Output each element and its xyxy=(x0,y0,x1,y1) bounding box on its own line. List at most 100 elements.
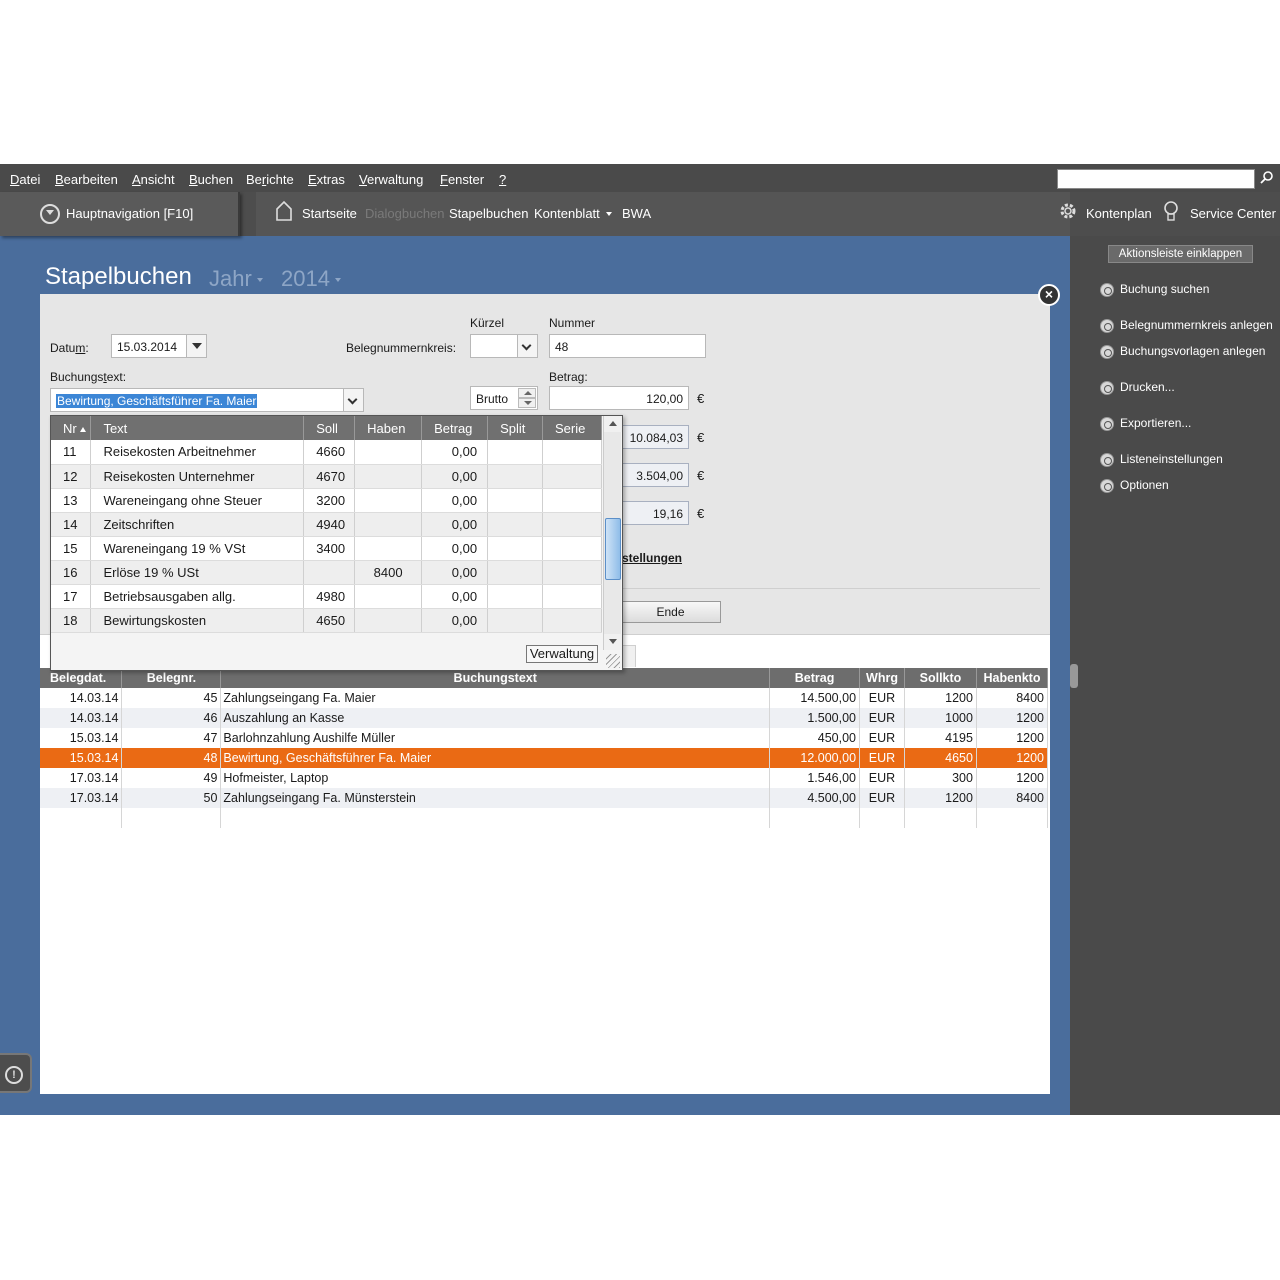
column-sollkto[interactable]: Sollkto xyxy=(904,668,977,688)
cell-betrag: 0,00 xyxy=(421,608,489,633)
column-nr[interactable]: Nr xyxy=(51,416,92,440)
ende-button[interactable]: Ende xyxy=(620,601,721,623)
cell-empty xyxy=(121,808,222,828)
resize-grip-icon[interactable] xyxy=(606,654,620,668)
table-row[interactable]: 15.03.14 47 Barlohnzahlung Aushilfe Müll… xyxy=(40,728,1049,748)
template-row[interactable]: 14 Zeitschriften 4940 0,00 xyxy=(51,512,602,537)
nav-service-center[interactable]: Service Center xyxy=(1190,206,1276,221)
triangle-down-icon xyxy=(192,343,202,349)
scroll-down-icon[interactable] xyxy=(604,634,622,650)
template-row[interactable]: 18 Bewirtungskosten 4650 0,00 xyxy=(51,608,602,633)
sidebar-item-listeneinstellungen[interactable]: Listeneinstellungen xyxy=(1100,452,1223,467)
column-buchungstext[interactable]: Buchungstext xyxy=(220,668,771,688)
column-split[interactable]: Split xyxy=(487,416,544,440)
datum-field[interactable]: 15.03.2014 xyxy=(111,334,207,358)
sidebar-item-exportieren[interactable]: Exportieren... xyxy=(1100,416,1191,431)
menu-buchen[interactable]: Buchen xyxy=(189,172,233,187)
cell-haben: 1200 xyxy=(976,708,1049,728)
column-habenkto[interactable]: Habenkto xyxy=(976,668,1049,688)
menu-bearbeiten[interactable]: Bearbeiten xyxy=(55,172,118,187)
template-row[interactable]: 11 Reisekosten Arbeitnehmer 4660 0,00 xyxy=(51,440,602,465)
nav-stapelbuchen[interactable]: Stapelbuchen xyxy=(449,206,529,221)
search-input[interactable] xyxy=(1057,169,1255,189)
cell-soll: 3400 xyxy=(303,536,356,561)
cell-betrag: 1.500,00 xyxy=(769,708,861,728)
column-soll[interactable]: Soll xyxy=(303,416,356,440)
brutto-select[interactable]: Brutto xyxy=(470,386,538,410)
year-filter[interactable]: Jahr xyxy=(209,266,263,292)
close-icon[interactable]: × xyxy=(1038,284,1060,306)
scrollbar-thumb[interactable] xyxy=(605,518,621,580)
cell-serie xyxy=(542,512,602,537)
nav-startseite[interactable]: Startseite xyxy=(302,206,357,221)
sidebar-item-buchung-suchen[interactable]: Buchung suchen xyxy=(1100,282,1209,297)
sidebar-item-drucken[interactable]: Drucken... xyxy=(1100,380,1175,395)
vertical-scrollbar[interactable] xyxy=(603,416,622,650)
cell-split xyxy=(487,536,544,561)
table-row[interactable]: 17.03.14 50 Zahlungseingang Fa. Münsters… xyxy=(40,788,1049,808)
table-row-empty[interactable] xyxy=(40,808,1049,828)
menu-datei[interactable]: Datei xyxy=(10,172,40,187)
column-serie[interactable]: Serie xyxy=(542,416,602,440)
kuerzel-dropdown-button[interactable] xyxy=(517,335,537,357)
column-betrag[interactable]: Betrag xyxy=(421,416,489,440)
sidebar-item-buchungsvorlagen[interactable]: Buchungsvorlagen anlegen xyxy=(1100,344,1265,359)
spin-down-icon[interactable] xyxy=(518,398,536,408)
cell-date: 14.03.14 xyxy=(40,708,123,728)
nav-kontenplan[interactable]: Kontenplan xyxy=(1086,206,1152,221)
kuerzel-select[interactable] xyxy=(470,334,538,358)
nummer-field[interactable]: 48 xyxy=(549,334,706,358)
nav-kontenblatt[interactable]: Kontenblatt xyxy=(534,206,600,221)
info-button[interactable]: ! xyxy=(0,1053,32,1093)
cell-serie xyxy=(542,584,602,609)
column-haben[interactable]: Haben xyxy=(354,416,423,440)
date-dropdown-button[interactable] xyxy=(186,335,206,357)
template-row[interactable]: 16 Erlöse 19 % USt 8400 0,00 xyxy=(51,560,602,585)
template-row[interactable]: 15 Wareneingang 19 % VSt 3400 0,00 xyxy=(51,536,602,561)
sidebar-item-optionen[interactable]: Optionen xyxy=(1100,478,1169,493)
lightbulb-icon[interactable] xyxy=(1162,200,1180,224)
scroll-up-icon[interactable] xyxy=(604,416,622,432)
search-icon[interactable] xyxy=(1260,170,1274,184)
table-row[interactable]: 17.03.14 49 Hofmeister, Laptop 1.546,00 … xyxy=(40,768,1049,788)
template-row[interactable]: 12 Reisekosten Unternehmer 4670 0,00 xyxy=(51,464,602,489)
home-icon[interactable] xyxy=(275,199,293,223)
collapse-sidebar-button[interactable]: Aktionsleiste einklappen xyxy=(1108,245,1253,263)
spin-up-icon[interactable] xyxy=(518,388,536,398)
template-row[interactable]: 17 Betriebsausgaben allg. 4980 0,00 xyxy=(51,584,602,609)
menu-help[interactable]: ? xyxy=(499,172,506,187)
column-belegdat[interactable]: Belegdat. xyxy=(40,668,123,688)
einstellungen-link[interactable]: stellungen xyxy=(622,551,682,565)
sidebar-splitter-handle[interactable] xyxy=(1070,664,1078,688)
table-row-selected[interactable]: 15.03.14 48 Bewirtung, Geschäftsführer F… xyxy=(40,748,1049,768)
year-selector[interactable]: 2014 xyxy=(281,266,341,292)
buchungstext-combobox[interactable]: Bewirtung, Geschäftsführer Fa. Maier xyxy=(50,388,364,412)
caret-down-icon[interactable] xyxy=(606,212,612,216)
menu-ansicht[interactable]: Ansicht xyxy=(132,172,175,187)
nav-bwa[interactable]: BWA xyxy=(622,206,651,221)
cell-haben xyxy=(354,488,423,513)
cell-text: Wareneingang ohne Steuer xyxy=(90,488,305,513)
menu-berichte[interactable]: Berichte xyxy=(246,172,294,187)
column-betrag[interactable]: Betrag xyxy=(769,668,861,688)
cell-haben: 1200 xyxy=(976,728,1049,748)
gear-icon[interactable] xyxy=(1057,200,1079,222)
column-belegnr[interactable]: Belegnr. xyxy=(121,668,222,688)
column-whrg[interactable]: Whrg xyxy=(859,668,905,688)
cell-serie xyxy=(542,536,602,561)
menu-verwaltung[interactable]: Verwaltung xyxy=(359,172,423,187)
buchungstext-dropdown-button[interactable] xyxy=(343,389,363,411)
sidebar-item-belegnummernkreis[interactable]: Belegnummernkreis anlegen xyxy=(1100,318,1273,333)
template-row[interactable]: 13 Wareneingang ohne Steuer 3200 0,00 xyxy=(51,488,602,513)
verwaltung-button[interactable]: Verwaltung xyxy=(526,645,598,663)
column-text[interactable]: Text xyxy=(90,416,305,440)
cell-soll: 1200 xyxy=(904,688,977,708)
cell-soll: 300 xyxy=(904,768,977,788)
table-row[interactable]: 14.03.14 45 Zahlungseingang Fa. Maier 14… xyxy=(40,688,1049,708)
cell-date: 17.03.14 xyxy=(40,788,123,808)
table-row[interactable]: 14.03.14 46 Auszahlung an Kasse 1.500,00… xyxy=(40,708,1049,728)
main-navigation-button[interactable]: Hauptnavigation [F10] xyxy=(0,192,240,236)
menu-extras[interactable]: Extras xyxy=(308,172,345,187)
menu-fenster[interactable]: Fenster xyxy=(440,172,484,187)
betrag-field[interactable]: 120,00 xyxy=(549,386,689,410)
